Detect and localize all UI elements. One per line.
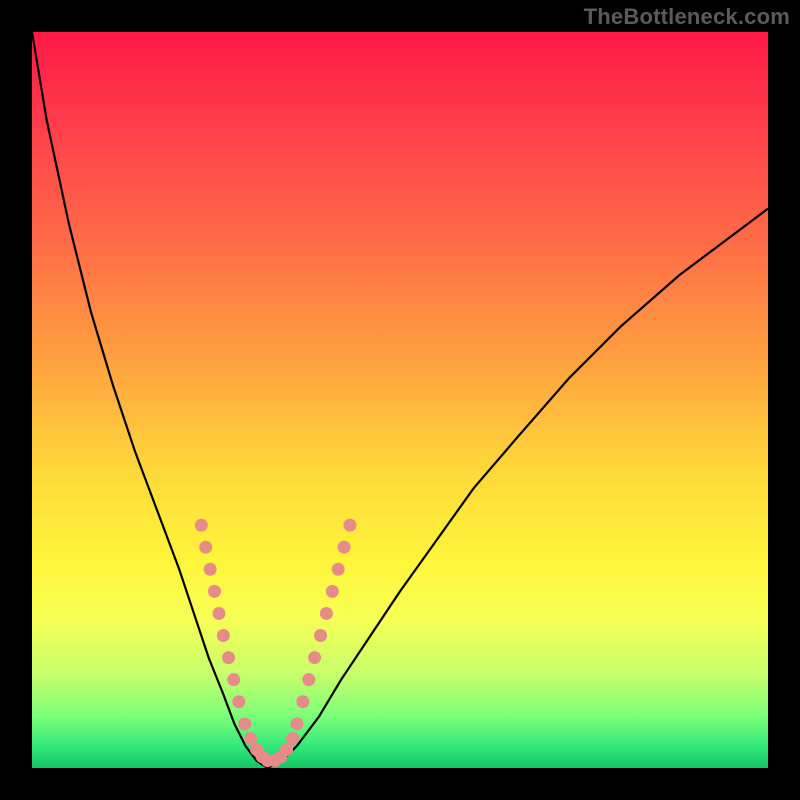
marker-group-right: [268, 519, 356, 768]
marker-dot: [326, 585, 339, 598]
marker-dot: [286, 732, 299, 745]
bottleneck-curve-svg: [32, 32, 768, 768]
marker-dot: [204, 563, 217, 576]
marker-dot: [238, 717, 251, 730]
marker-dot: [332, 563, 345, 576]
marker-dot: [227, 673, 240, 686]
marker-dot: [199, 541, 212, 554]
marker-dot: [222, 651, 235, 664]
marker-dot: [208, 585, 221, 598]
marker-dot: [343, 519, 356, 532]
marker-dot: [302, 673, 315, 686]
marker-dot: [314, 629, 327, 642]
marker-dot: [195, 519, 208, 532]
marker-dot: [217, 629, 230, 642]
marker-dot: [244, 732, 257, 745]
marker-group-left: [195, 519, 274, 768]
plot-area: [32, 32, 768, 768]
marker-dot: [296, 695, 309, 708]
watermark-text: TheBottleneck.com: [584, 4, 790, 30]
marker-dot: [338, 541, 351, 554]
bottleneck-curve: [32, 32, 768, 768]
marker-dot: [280, 743, 293, 756]
marker-dot: [308, 651, 321, 664]
chart-stage: TheBottleneck.com: [0, 0, 800, 800]
marker-dot: [290, 717, 303, 730]
marker-dot: [320, 607, 333, 620]
marker-dot: [232, 695, 245, 708]
marker-dot: [212, 607, 225, 620]
